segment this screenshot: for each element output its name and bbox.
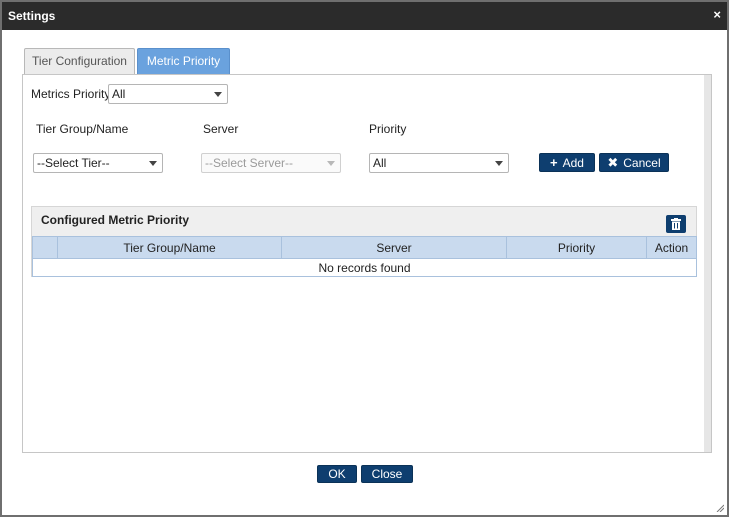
x-icon: ✖ xyxy=(607,155,619,170)
server-select: --Select Server-- xyxy=(201,153,341,173)
column-header-action: Action xyxy=(646,236,697,259)
server-label: Server xyxy=(203,122,239,136)
cancel-button-label: Cancel xyxy=(623,156,661,170)
close-button[interactable]: Close xyxy=(361,465,413,483)
title-bar: Settings × xyxy=(2,2,727,30)
metrics-priority-label: Metrics Priority: xyxy=(31,87,114,101)
priority-label: Priority xyxy=(369,122,407,136)
dialog-title: Settings xyxy=(8,9,56,23)
add-button-label: Add xyxy=(562,156,584,170)
tab-tier-configuration[interactable]: Tier Configuration xyxy=(24,48,135,74)
chevron-down-icon xyxy=(214,92,222,97)
resize-grip-icon[interactable] xyxy=(716,504,724,512)
ok-button[interactable]: OK xyxy=(317,465,357,483)
chevron-down-icon xyxy=(149,161,157,166)
metrics-priority-value: All xyxy=(112,87,126,101)
tier-group-name-label: Tier Group/Name xyxy=(36,122,129,136)
table-row: No records found xyxy=(32,258,697,277)
trash-icon xyxy=(671,218,681,230)
tier-select[interactable]: --Select Tier-- xyxy=(33,153,163,173)
close-icon[interactable]: × xyxy=(713,7,721,22)
tier-select-value: --Select Tier-- xyxy=(37,156,110,170)
panel-scrollbar[interactable] xyxy=(704,75,711,452)
priority-select[interactable]: All xyxy=(369,153,509,173)
grid-title: Configured Metric Priority xyxy=(41,213,190,227)
server-select-value: --Select Server-- xyxy=(205,156,294,170)
cancel-button[interactable]: ✖ Cancel xyxy=(599,153,669,172)
metrics-priority-select[interactable]: All xyxy=(108,84,228,104)
settings-dialog: Settings × Tier Configuration Metric Pri… xyxy=(0,0,729,517)
chevron-down-icon xyxy=(327,161,335,166)
tab-metric-priority[interactable]: Metric Priority xyxy=(137,48,230,74)
column-header-server[interactable]: Server xyxy=(281,236,507,259)
plus-icon: + xyxy=(550,155,558,170)
metric-priority-panel: Metrics Priority: All Tier Group/Name Se… xyxy=(22,74,712,453)
column-header-priority[interactable]: Priority xyxy=(506,236,647,259)
column-header-tier-group-name[interactable]: Tier Group/Name xyxy=(57,236,282,259)
column-header-select xyxy=(32,236,58,259)
add-button[interactable]: + Add xyxy=(539,153,595,172)
configured-metric-priority-grid: Configured Metric Priority Tier Group/Na… xyxy=(31,206,697,277)
metric-priority-table: Tier Group/Name Server Priority Action N… xyxy=(32,236,697,277)
chevron-down-icon xyxy=(495,161,503,166)
delete-button[interactable] xyxy=(666,215,686,233)
priority-select-value: All xyxy=(373,156,387,170)
empty-message: No records found xyxy=(32,258,697,277)
table-header-row: Tier Group/Name Server Priority Action xyxy=(32,236,697,259)
